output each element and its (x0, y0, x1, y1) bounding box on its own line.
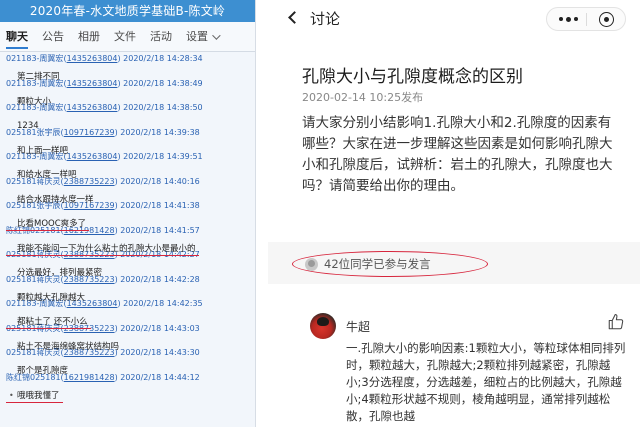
chat-message: 021183-周翼宏(1435263804) 2020/2/18 14:28:3… (6, 53, 255, 82)
user-id-link[interactable]: 1097167239 (64, 128, 115, 137)
chevron-down-icon (212, 30, 221, 40)
message-text: 比看MOOC爽多了 (6, 218, 90, 231)
message-list[interactable]: 021183-周翼宏(1435263804) 2020/2/18 14:28:3… (0, 52, 255, 403)
more-dots-icon[interactable] (559, 16, 578, 22)
post-title: 孔隙大小与孔隙度概念的区别 (302, 67, 523, 87)
participants-summary[interactable]: 42位同学已参与发言 (292, 251, 488, 277)
user-id-link[interactable]: 1435263804 (67, 54, 118, 63)
back-arrow-icon[interactable] (288, 11, 301, 24)
message-text: 颗粒越大孔隙越大 (17, 292, 86, 303)
user-id-link[interactable]: 1435263804 (67, 79, 118, 88)
comment-text: 一.孔隙大小的影响因素:1颗粒大小，等粒球体相同排列时，颗粒越大，孔隙越大;2颗… (346, 341, 626, 423)
message-text: 粘土不是海绵蜂窝状结构吗 (17, 341, 120, 352)
user-id-link[interactable]: 1435263804 (67, 103, 118, 112)
tab-settings-label: 设置 (186, 29, 208, 43)
message-text: 都粘土了 还不小么 (6, 316, 91, 329)
close-target-icon[interactable] (599, 12, 614, 27)
message-meta: 025181张宇辰(1097167239) 2020/2/18 14:39:38 (6, 127, 200, 137)
group-title: 2020年春-水文地质学基础B-陈文岭 (0, 0, 255, 22)
miniprogram-capsule (546, 7, 626, 31)
post-timestamp: 2020-02-14 10:25发布 (302, 91, 424, 104)
message-text: 第二排不同 (17, 72, 60, 82)
thumbs-up-icon[interactable] (607, 313, 625, 331)
message-text: 结合水跟持水度一样 (17, 194, 94, 205)
avatar[interactable] (310, 313, 336, 339)
message-text: 和上面一样吧 (17, 145, 69, 156)
post-body: 请大家分别小结影响1.孔隙大小和2.孔隙度的因素有哪些？大家在进一步理解这些因素… (302, 115, 613, 194)
message-text: 我能不能问一下为什么粘土的孔隙大小是最小的 (6, 243, 199, 256)
discussion-panel: 讨论 孔隙大小与孔隙度概念的区别 2020-02-14 10:25发布 请大家分… (268, 0, 640, 427)
chat-panel: 2020年春-水文地质学基础B-陈文岭 聊天 公告 相册 文件 活动 设置 02… (0, 0, 256, 427)
message-text: 哦哦我懂了 (6, 390, 63, 403)
user-avatar-icon (305, 257, 318, 271)
message-text: 颗粒大小 (17, 96, 52, 107)
tab-album[interactable]: 相册 (78, 22, 100, 52)
tab-settings[interactable]: 设置 (186, 22, 221, 52)
message-meta: 021183-周翼宏(1435263804) 2020/2/18 14:28:3… (6, 54, 203, 63)
user-id-link[interactable]: 1621981428 (64, 373, 115, 382)
chat-message: 025181张宇辰(1097167239) 2020/2/18 14:39:38… (6, 127, 255, 156)
nav-bar: 讨论 (268, 0, 640, 34)
chat-tabs: 聊天 公告 相册 文件 活动 设置 (0, 22, 255, 52)
tab-activities[interactable]: 活动 (150, 22, 172, 52)
message-text: 1234 (17, 121, 39, 131)
user-id-link[interactable]: 1435263804 (67, 152, 118, 161)
participants-count: 42位同学已参与发言 (324, 257, 431, 271)
tab-files[interactable]: 文件 (114, 22, 136, 52)
message-text: 那个是孔隙度 (17, 366, 69, 376)
message-text: 和给水度一样吧 (17, 170, 77, 180)
comment-author[interactable]: 牛超 (346, 318, 370, 335)
nav-title: 讨论 (310, 10, 341, 28)
message-text: 分选最好，排列最紧密 (17, 268, 103, 278)
capsule-divider (586, 13, 587, 26)
tab-announcement[interactable]: 公告 (42, 22, 64, 52)
tab-chat[interactable]: 聊天 (6, 22, 28, 52)
